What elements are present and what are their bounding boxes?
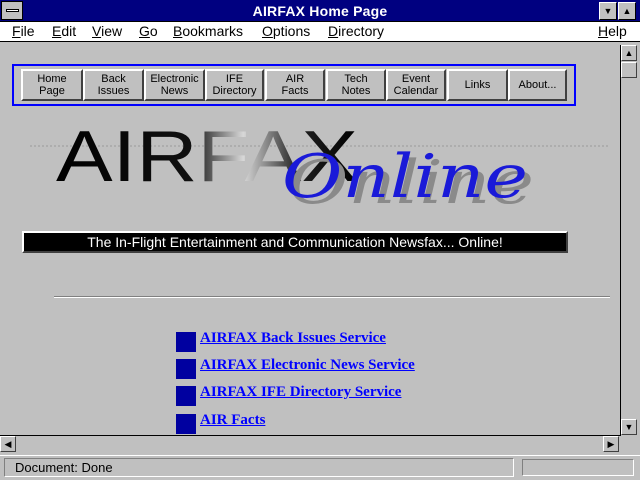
maximize-icon: ▲ (622, 6, 632, 16)
progress-indicator (522, 459, 634, 476)
bullet-square-icon (176, 414, 196, 434)
menu-bookmarks[interactable]: Bookmarks (173, 23, 243, 39)
horizontal-scrollbar[interactable]: ◀ ▶ (0, 435, 620, 452)
menu-bar: File Edit View Go Bookmarks Options Dire… (0, 22, 640, 42)
maximize-button[interactable]: ▲ (618, 2, 636, 20)
tagline-banner: The In-Flight Entertainment and Communic… (22, 231, 568, 253)
menu-file[interactable]: File (12, 23, 35, 39)
minimize-button[interactable]: ▼ (599, 2, 617, 20)
link-electronic-news[interactable]: AIRFAX Electronic News Service (200, 357, 415, 374)
menu-directory[interactable]: Directory (328, 23, 384, 39)
status-text: Document: Done (4, 458, 514, 477)
logo-online-text: Online (282, 142, 528, 212)
scroll-left-button[interactable]: ◀ (0, 436, 16, 452)
minimize-icon: ▼ (603, 6, 613, 16)
menu-help[interactable]: Help (598, 23, 627, 39)
title-bar: AIRFAX Home Page ▼ ▲ (0, 0, 640, 22)
menu-view[interactable]: View (92, 23, 122, 39)
bullet-square-icon (176, 386, 196, 406)
vertical-scroll-thumb[interactable] (621, 62, 637, 78)
status-bar: Document: Done (0, 455, 640, 480)
window-title: AIRFAX Home Page (252, 3, 388, 19)
arrow-up-icon: ▲ (624, 48, 634, 58)
menu-go[interactable]: Go (139, 23, 158, 39)
vertical-scrollbar[interactable]: ▲ ▼ (620, 45, 637, 436)
arrow-right-icon: ▶ (607, 439, 615, 449)
arrow-left-icon: ◀ (4, 439, 12, 449)
bullet-square-icon (176, 359, 196, 379)
scroll-right-button[interactable]: ▶ (603, 436, 619, 452)
link-back-issues[interactable]: AIRFAX Back Issues Service (200, 330, 386, 347)
link-air-facts[interactable]: AIR Facts (200, 412, 265, 429)
bullet-square-icon (176, 332, 196, 352)
menu-edit[interactable]: Edit (52, 23, 76, 39)
link-ife-directory[interactable]: AIRFAX IFE Directory Service (200, 384, 401, 401)
scroll-down-button[interactable]: ▼ (621, 419, 637, 435)
page-content: Home Page Back Issues Electronic News IFE Di… (0, 45, 620, 435)
scroll-up-button[interactable]: ▲ (621, 45, 637, 61)
menu-options[interactable]: Options (262, 23, 310, 39)
arrow-down-icon: ▼ (624, 422, 634, 432)
horizontal-rule (54, 296, 610, 298)
